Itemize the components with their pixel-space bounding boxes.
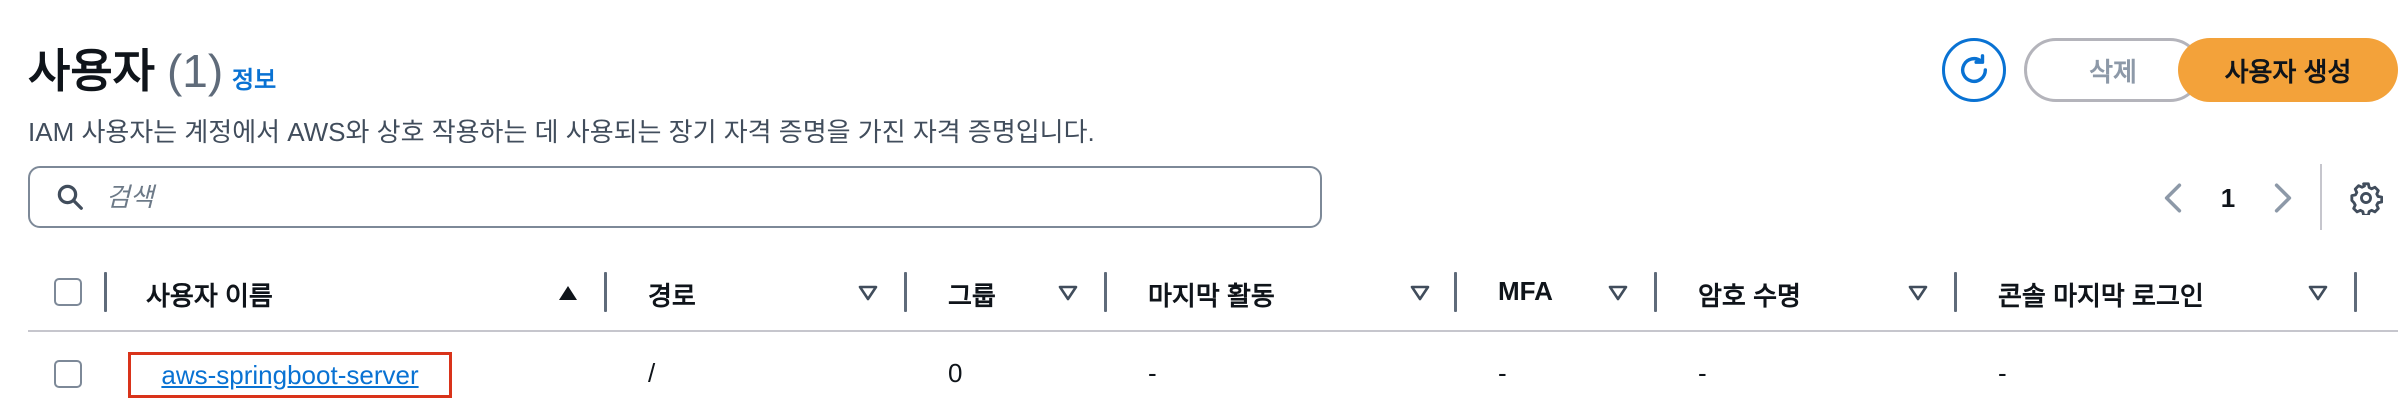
column-divider (1104, 272, 1107, 312)
user-count: (1) (166, 45, 224, 97)
column-divider (1454, 272, 1457, 312)
sort-caret-down-icon[interactable] (1906, 281, 1930, 305)
search-input[interactable] (104, 180, 1208, 214)
sort-caret-down-icon[interactable] (856, 281, 880, 305)
column-divider (104, 272, 107, 312)
column-divider (1954, 272, 1957, 312)
preferences-button[interactable] (2346, 178, 2386, 218)
chevron-right-icon (2273, 182, 2293, 214)
row-checkbox[interactable] (54, 360, 82, 388)
column-header-user-name[interactable]: 사용자 이름 (146, 276, 273, 313)
cell-groups: 0 (948, 358, 963, 388)
cell-mfa: - (1498, 358, 1507, 388)
page-description: IAM 사용자는 계정에서 AWS와 상호 작용하는 데 사용되는 장기 자격 … (28, 117, 1095, 147)
cell-password-age: - (1698, 358, 1707, 388)
sort-caret-down-icon[interactable] (2306, 281, 2330, 305)
cell-path: / (648, 358, 656, 388)
sort-ascending-icon[interactable] (556, 281, 580, 305)
search-field[interactable] (28, 166, 1322, 228)
column-divider (904, 272, 907, 312)
sort-caret-down-icon[interactable] (1606, 281, 1630, 305)
column-divider (1654, 272, 1657, 312)
info-link[interactable]: 정보 (232, 60, 276, 95)
cell-console-last-login: - (1998, 358, 2007, 388)
gear-icon (2349, 181, 2383, 215)
user-name-link[interactable]: aws-springboot-server (161, 360, 418, 391)
column-header-groups[interactable]: 그룹 (948, 276, 996, 313)
chevron-left-icon (2163, 182, 2183, 214)
table-header-divider (28, 330, 2398, 332)
refresh-button[interactable] (1942, 38, 2006, 102)
page-title: 사용자 (1) (28, 36, 223, 106)
column-header-password-age[interactable]: 암호 수명 (1698, 276, 1801, 313)
page-title-text: 사용자 (28, 45, 155, 97)
column-header-last-activity[interactable]: 마지막 활동 (1148, 276, 1275, 313)
previous-page-button[interactable] (2158, 180, 2188, 216)
column-header-path[interactable]: 경로 (648, 276, 696, 313)
create-user-button[interactable]: 사용자 생성 (2178, 38, 2398, 102)
search-icon (54, 181, 86, 213)
column-divider (2354, 272, 2357, 312)
sort-caret-down-icon[interactable] (1408, 281, 1432, 305)
column-header-console-last-login[interactable]: 콘솔 마지막 로그인 (1998, 276, 2204, 313)
column-header-mfa[interactable]: MFA (1498, 276, 1553, 307)
select-all-checkbox[interactable] (54, 278, 82, 306)
delete-button[interactable]: 삭제 (2024, 38, 2202, 102)
sort-caret-down-icon[interactable] (1056, 281, 1080, 305)
pagination-divider (2320, 164, 2322, 230)
refresh-icon (1957, 53, 1991, 87)
user-name-cell: aws-springboot-server (128, 352, 452, 398)
page-number-button[interactable]: 1 (2208, 178, 2248, 218)
column-divider (604, 272, 607, 312)
cell-last-activity: - (1148, 358, 1157, 388)
next-page-button[interactable] (2268, 180, 2298, 216)
